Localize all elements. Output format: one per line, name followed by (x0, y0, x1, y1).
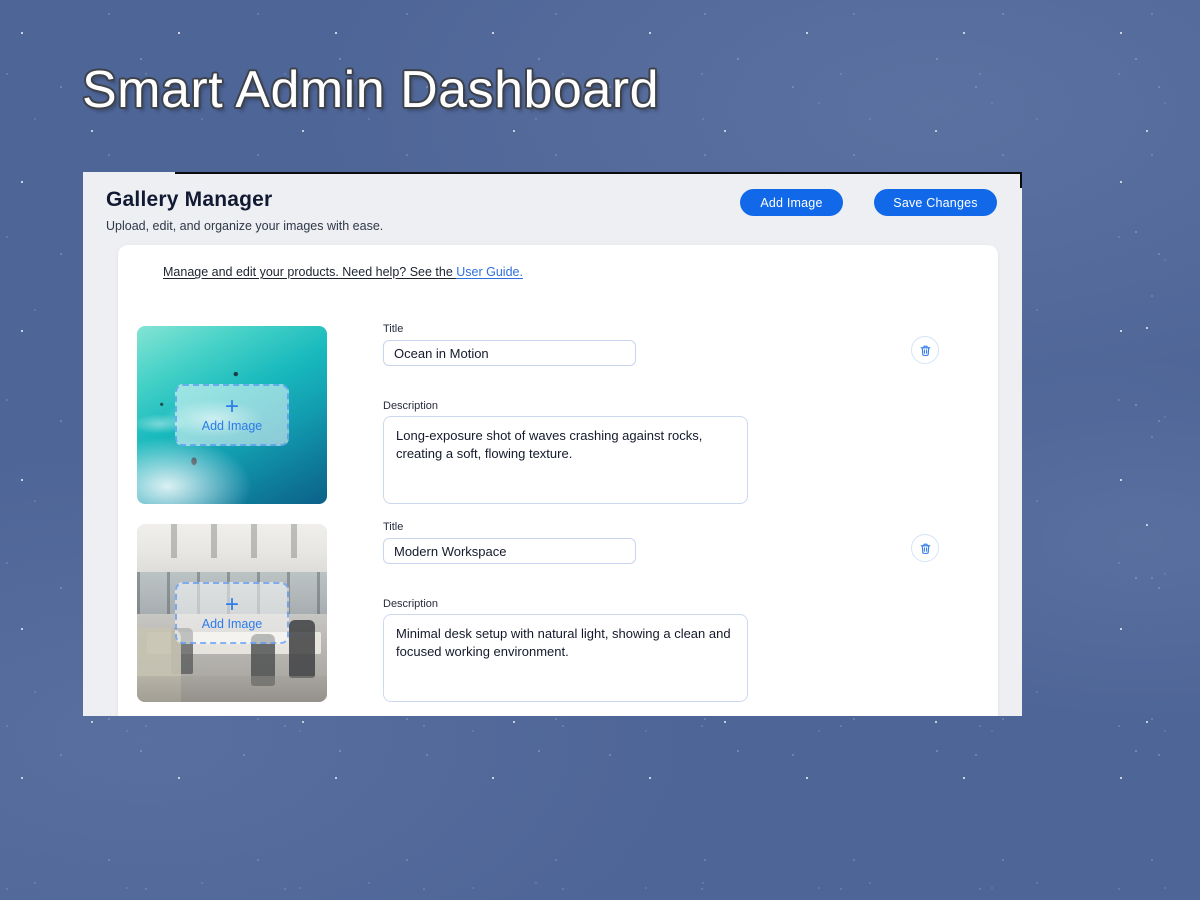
office-image-thumbnail: + Add Image (137, 524, 327, 702)
trash-icon (920, 543, 930, 554)
dropzone-label: Add Image (201, 419, 263, 433)
add-image-button[interactable]: Add Image (740, 189, 843, 216)
gallery-manager-window: Gallery Manager Upload, edit, and organi… (83, 172, 1022, 716)
title-label: Title (383, 521, 404, 533)
help-text: Manage and edit your products. Need help… (163, 265, 457, 279)
help-banner: Manage and edit your products. Need help… (163, 265, 523, 279)
delete-image-button[interactable] (911, 336, 939, 364)
office-floor-graphic (137, 676, 327, 702)
office-ceiling-graphic (137, 524, 327, 558)
plus-icon: + (224, 393, 239, 420)
starry-desktop-background: Smart Admin Dashboard Gallery Manager Up… (0, 0, 1200, 900)
ocean-image-thumbnail: + Add Image (137, 326, 327, 504)
add-image-dropzone[interactable]: + Add Image (175, 582, 289, 644)
description-label: Description (383, 400, 439, 412)
gallery-card: Manage and edit your products. Need help… (118, 245, 998, 716)
dropzone-label: Add Image (201, 617, 263, 631)
description-label: Description (383, 598, 439, 610)
add-image-dropzone[interactable]: + Add Image (175, 384, 289, 446)
trash-icon (920, 345, 930, 356)
user-guide-link[interactable]: User Guide. (456, 265, 523, 279)
gallery-item-row: + Add Image Title Description Long-expos… (118, 323, 998, 523)
description-textarea[interactable]: Long-exposure shot of waves crashing aga… (383, 416, 748, 504)
title-label: Title (383, 323, 404, 335)
title-input[interactable] (383, 538, 636, 564)
delete-image-button[interactable] (911, 534, 939, 562)
plus-icon: + (224, 591, 239, 618)
office-chair-graphic (289, 620, 315, 678)
window-frame-corner-line (1020, 172, 1022, 188)
description-textarea[interactable]: Minimal desk setup with natural light, s… (383, 614, 748, 702)
gallery-item-row: + Add Image Title Description Minimal de… (118, 521, 998, 716)
page-title: Smart Admin Dashboard (82, 61, 659, 119)
window-title: Gallery Manager (106, 188, 273, 211)
window-frame-top-line (175, 172, 1022, 174)
window-subtitle: Upload, edit, and organize your images w… (106, 219, 384, 233)
title-input[interactable] (383, 340, 636, 366)
save-changes-button[interactable]: Save Changes (874, 189, 997, 216)
